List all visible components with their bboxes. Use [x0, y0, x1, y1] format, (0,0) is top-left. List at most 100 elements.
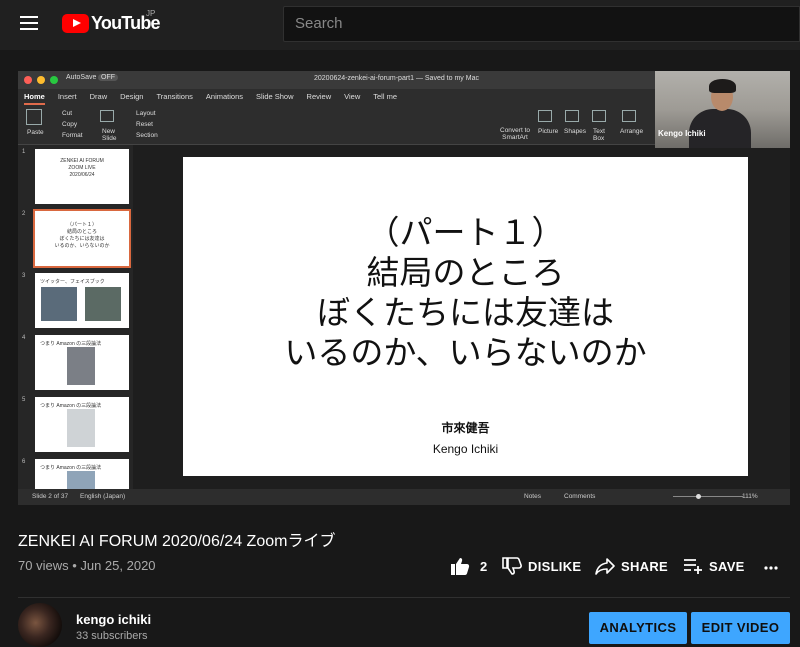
thumb-text: ツイッター、フェイスブック — [40, 279, 105, 285]
author-name-jp: 市來健吾 — [441, 421, 490, 435]
menu-icon[interactable] — [20, 16, 38, 30]
thumbs-down-icon — [502, 557, 522, 575]
section-label: Section — [136, 132, 158, 139]
webcam-person-hair — [709, 79, 736, 93]
tab-home: Home — [24, 89, 45, 105]
more-actions-button[interactable] — [764, 557, 778, 575]
dislike-label: DISLIKE — [528, 558, 582, 574]
thumb-number: 6 — [22, 459, 26, 465]
participant-name: Kengo Ichiki — [658, 129, 706, 138]
webcam-feed: Kengo Ichiki — [655, 71, 790, 148]
zoom-watermark: zoom — [636, 440, 723, 475]
picture-icon — [538, 110, 552, 122]
cut-label: Cut — [62, 110, 73, 117]
thumb-slide-5: つまり Amazon の三段論法 — [35, 397, 129, 452]
more-icon — [764, 566, 778, 570]
thumb-text: 2020/06/24 — [69, 172, 95, 178]
layout-label: Layout — [136, 110, 156, 117]
picture-label: Picture — [538, 128, 559, 135]
thumb-image — [67, 409, 95, 447]
slide-line-1: （パート１） — [366, 213, 565, 252]
play-logo-icon — [62, 14, 89, 33]
thumb-image — [85, 287, 121, 321]
analytics-button[interactable]: ANALYTICS — [589, 612, 687, 644]
video-title: ZENKEI AI FORUM 2020/06/24 Zoomライブ — [18, 533, 336, 550]
tab-slide-show: Slide Show — [256, 92, 294, 101]
new-slide-icon — [100, 110, 114, 122]
zoom-slider — [673, 496, 743, 497]
maximize-dot-icon — [50, 76, 58, 84]
arrange-label: Arrange — [620, 128, 644, 135]
thumb-image — [67, 471, 95, 489]
search-input[interactable]: Search — [283, 6, 800, 42]
status-bar: Slide 2 of 37 English (Japan) Notes Comm… — [18, 489, 790, 505]
slide-line-2: 結局のところ — [366, 253, 565, 292]
document-title: 20200624-zenkei-ai-forum-part1 — Saved t… — [314, 75, 479, 82]
thumb-text: （パート１） — [66, 222, 97, 228]
thumb-slide-1: ZENKEI AI FORUM ZOOM LIVE 2020/06/24 — [35, 149, 129, 204]
thumb-number: 2 — [22, 211, 26, 217]
thumb-number: 1 — [22, 149, 26, 155]
like-count: 2 — [480, 558, 488, 574]
share-icon — [595, 558, 615, 575]
current-slide: （パート１） 結局のところ ぼくたちには友達は いるのか、いらないのか 市來健吾… — [183, 157, 748, 476]
share-label: SHARE — [621, 558, 669, 574]
thumb-image — [41, 287, 77, 321]
zoom-slider-knob — [696, 494, 701, 499]
thumb-slide-6: つまり Amazon の三段論法 — [35, 459, 129, 489]
youtube-logo[interactable]: YouTube JP — [62, 9, 161, 34]
thumb-number: 5 — [22, 397, 26, 403]
slide-line-3: ぼくたちには友達は — [317, 293, 614, 332]
arrange-icon — [622, 110, 636, 122]
dislike-button[interactable]: DISLIKE — [502, 557, 581, 575]
thumb-slide-4: つまり Amazon の三段論法 — [35, 335, 129, 390]
thumb-text: いるのか、いらないのか — [54, 243, 110, 249]
reset-label: Reset — [136, 121, 153, 128]
new-slide-label: New Slide — [102, 128, 117, 142]
textbox-icon — [592, 110, 606, 122]
close-dot-icon — [24, 76, 32, 84]
share-button[interactable]: SHARE — [595, 557, 668, 575]
comments-label: Comments — [564, 493, 596, 500]
textbox-label: Text Box — [593, 128, 605, 142]
tab-animations: Animations — [205, 92, 243, 101]
tab-draw: Draw — [89, 92, 108, 101]
paste-label: Paste — [27, 129, 44, 136]
thumb-slide-2: （パート１） 結局のところ ぼくたちには友達は いるのか、いらないのか — [33, 209, 131, 268]
thumb-text: ぼくたちには友達は — [59, 236, 105, 242]
autosave-label: AutoSave — [66, 74, 97, 81]
region-label: JP — [146, 9, 156, 18]
add-to-playlist-icon — [684, 559, 702, 574]
thumb-slide-3: ツイッター、フェイスブック — [35, 273, 129, 328]
channel-avatar[interactable] — [18, 603, 62, 647]
slide-count: Slide 2 of 37 — [32, 493, 69, 500]
language-label: English (Japan) — [80, 493, 126, 500]
save-label: SAVE — [709, 558, 745, 574]
zoom-percent: 111% — [742, 493, 758, 500]
tell-me: Tell me — [373, 92, 398, 101]
like-button[interactable]: 2 — [450, 557, 488, 575]
thumb-text: 結局のところ — [66, 229, 97, 235]
format-label: Format — [62, 132, 83, 139]
tab-design: Design — [120, 92, 144, 101]
channel-name[interactable]: kengo ichiki — [76, 612, 151, 627]
copy-label: Copy — [62, 121, 78, 128]
save-button[interactable]: SAVE — [683, 557, 745, 575]
video-player[interactable]: AutoSave OFF 20200624-zenkei-ai-forum-pa… — [18, 71, 790, 505]
edit-video-button[interactable]: EDIT VIDEO — [691, 612, 790, 644]
thumb-image — [67, 347, 95, 385]
window-controls — [24, 76, 58, 84]
thumbs-up-icon — [451, 558, 470, 575]
smartart-label: Convert to SmartArt — [500, 127, 530, 141]
thumb-text: ZOOM LIVE — [68, 165, 96, 171]
slide-thumbnails: 1 ZENKEI AI FORUM ZOOM LIVE 2020/06/24 2… — [18, 145, 133, 489]
divider — [18, 597, 790, 598]
thumb-number: 4 — [22, 335, 26, 341]
shapes-label: Shapes — [564, 128, 587, 135]
thumb-text: ZENKEI AI FORUM — [60, 158, 104, 164]
slide-line-4: いるのか、いらないのか — [284, 333, 647, 372]
thumb-number: 3 — [22, 273, 26, 279]
top-bar: YouTube JP Search — [0, 0, 800, 50]
subscriber-count: 33 subscribers — [76, 630, 148, 642]
tab-transitions: Transitions — [156, 92, 193, 101]
